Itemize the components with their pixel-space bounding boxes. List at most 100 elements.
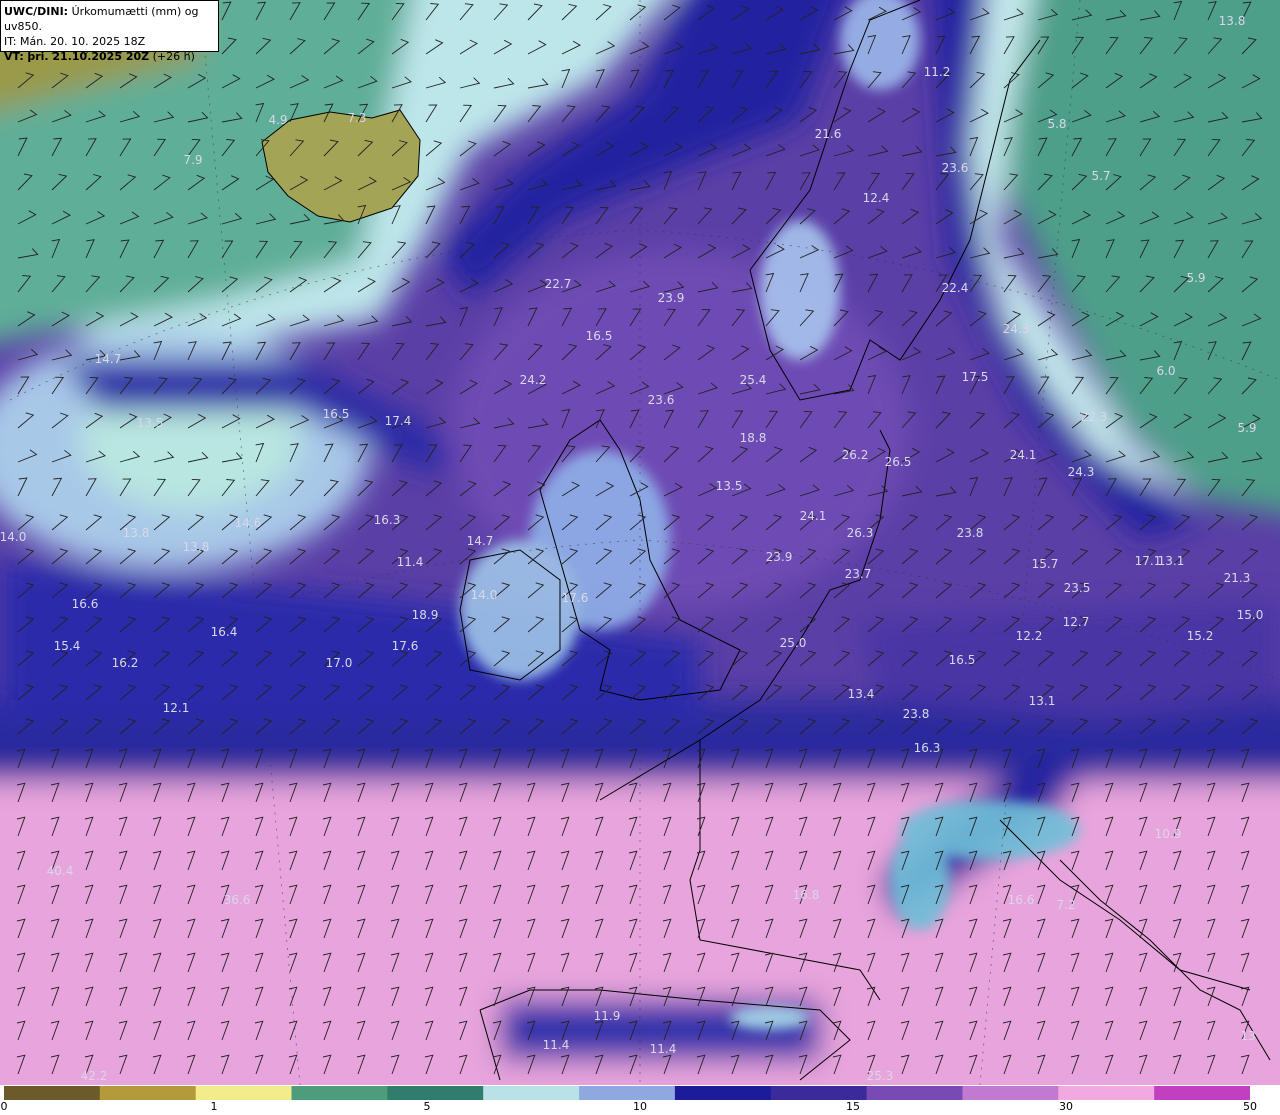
value-label: 14.7 — [95, 352, 122, 366]
value-label: 13.5 — [137, 416, 164, 430]
colorbar-segment — [387, 1086, 484, 1100]
colorbar-tick-label: 1 — [210, 1100, 218, 1113]
initial-time: IT: Mán. 20. 10. 2025 18Z — [4, 35, 146, 48]
value-label: 5.9 — [1237, 421, 1256, 435]
value-label: 24.1 — [800, 509, 827, 523]
colorbar-tick-label: 0 — [0, 1100, 8, 1113]
colorbar-tick-label: 50 — [1243, 1100, 1257, 1113]
value-label: 13.8 — [123, 526, 150, 540]
value-label: 23.6 — [942, 161, 969, 175]
value-label: 5.9 — [1186, 271, 1205, 285]
value-label: 11.4 — [650, 1042, 677, 1056]
value-label: 11.4 — [543, 1038, 570, 1052]
value-label: 21.3 — [1224, 571, 1251, 585]
value-label: 25.3 — [867, 1069, 894, 1083]
value-label: 26.5 — [885, 455, 912, 469]
value-label: 22.4 — [942, 281, 969, 295]
value-label: 15.2 — [1187, 629, 1214, 643]
value-label: 7.9 — [183, 153, 202, 167]
value-label: 11.2 — [924, 65, 951, 79]
value-label: 7.3 — [347, 111, 366, 125]
map-legend: UWC/DINI: Úrkomumætti (mm) og uv850. IT:… — [0, 0, 219, 63]
colorbar-tick-label: 15 — [846, 1100, 860, 1113]
value-label: 16.2 — [112, 656, 139, 670]
value-label: 15.4 — [54, 639, 81, 653]
value-label: 23.9 — [766, 550, 793, 564]
value-label: 14.0 — [0, 530, 26, 544]
value-label: 23.7 — [845, 567, 872, 581]
value-label: 24.3 — [1003, 322, 1030, 336]
value-label: 13.5 — [716, 479, 743, 493]
value-label: 21.6 — [815, 127, 842, 141]
value-label: 11.4 — [397, 555, 424, 569]
valid-prefix: VT: — [4, 50, 24, 63]
value-label: 36.6 — [224, 893, 251, 907]
colorbar-segment — [1058, 1086, 1155, 1100]
colorbar-tick-label: 5 — [423, 1100, 431, 1113]
colorbar-tick-label: 30 — [1059, 1100, 1073, 1113]
value-label: 40.4 — [47, 864, 74, 878]
value-label: 17.6 — [562, 591, 589, 605]
forecast-hour: (+26 h) — [152, 50, 195, 63]
value-label: 4.9 — [268, 113, 287, 127]
colorbar-segment — [770, 1086, 868, 1100]
value-label: 16.6 — [72, 597, 99, 611]
value-label: 26.3 — [847, 526, 874, 540]
value-label: 12.2 — [1016, 629, 1043, 643]
value-label: 22.7 — [545, 277, 572, 291]
precipitable-water-map: 13.8 11.2 21.6 23.6 5.8 5.7 4.9 7.3 7.9 12.4 22.7 2… — [0, 0, 1280, 1085]
value-label: 14.0 — [471, 588, 498, 602]
value-label: 14.6 — [235, 516, 262, 530]
value-label: 13.1 — [1029, 694, 1056, 708]
value-label: 13.8 — [1219, 14, 1246, 28]
value-label: 18.8 — [740, 431, 767, 445]
value-label: 17.6 — [392, 639, 419, 653]
colorbar-segment — [195, 1086, 292, 1100]
value-label: 14.7 — [467, 534, 494, 548]
value-label: 10.9 — [1155, 827, 1182, 841]
value-label: 16.5 — [586, 329, 613, 343]
colorbar-tick-label: 10 — [633, 1100, 647, 1113]
value-label: 25.0 — [780, 636, 807, 650]
colorbar — [4, 1086, 1250, 1100]
value-label: 15.7 — [1032, 557, 1059, 571]
value-label: 22.3 — [1081, 410, 1108, 424]
colorbar-segment — [962, 1086, 1059, 1100]
value-label: 12.4 — [863, 191, 890, 205]
value-label: 11.9 — [594, 1009, 621, 1023]
colorbar-segment — [866, 1086, 963, 1100]
value-label: 23.9 — [658, 291, 685, 305]
colorbar-segment — [4, 1086, 101, 1100]
value-label: 17.0 — [326, 656, 353, 670]
value-label: 23.5 — [1064, 581, 1091, 595]
value-label: 15.0 — [1237, 608, 1264, 622]
value-label: 13.1 — [1158, 554, 1185, 568]
model-name: UWC/DINI: — [4, 5, 69, 18]
value-label: 26.2 — [842, 448, 869, 462]
valid-time: þri. 21.10.2025 20Z — [27, 50, 150, 63]
value-label: 18.9 — [412, 608, 439, 622]
colorbar-segment — [99, 1086, 197, 1100]
value-label: 23.8 — [957, 526, 984, 540]
value-label: 23.6 — [648, 393, 675, 407]
value-label: 13.8 — [183, 540, 210, 554]
value-label: 5.7 — [1091, 169, 1110, 183]
value-label: 6.0 — [1156, 364, 1175, 378]
value-label: 13 — [1240, 1029, 1255, 1043]
value-label: 25.4 — [740, 373, 767, 387]
value-label: 7.2 — [1056, 898, 1075, 912]
value-label: 24.2 — [520, 373, 547, 387]
colorbar-labels: 0 1 5 10 15 30 50 — [0, 1100, 1280, 1115]
value-label: 24.3 — [1068, 465, 1095, 479]
colorbar-segment — [483, 1086, 580, 1100]
colorbar-segment — [1154, 1086, 1250, 1100]
value-label: 12.7 — [1063, 615, 1090, 629]
value-label: 16.3 — [914, 741, 941, 755]
value-label: 16.5 — [323, 407, 350, 421]
value-label: 16.4 — [211, 625, 238, 639]
value-label: 17.4 — [385, 414, 412, 428]
value-label: 5.8 — [1047, 117, 1066, 131]
value-label: 42.2 — [81, 1069, 108, 1083]
colorbar-segment — [291, 1086, 388, 1100]
value-label: 13.4 — [848, 687, 875, 701]
